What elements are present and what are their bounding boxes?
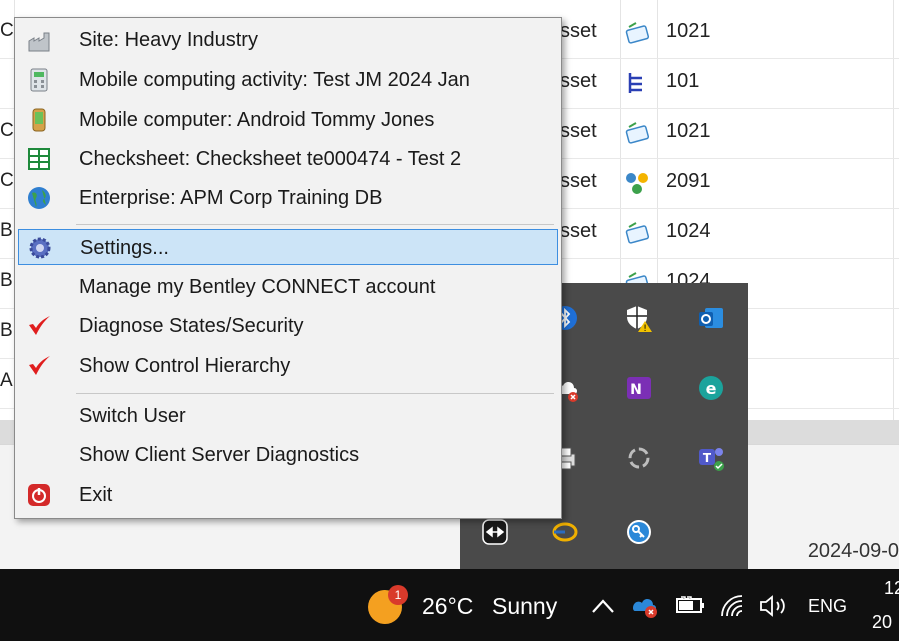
power-icon xyxy=(28,484,50,506)
cell-text: BI xyxy=(0,320,14,341)
menu-item-site[interactable]: Site: Heavy Industry xyxy=(18,22,558,58)
menu-item-label: Mobile computing activity: Test JM 2024 … xyxy=(79,69,470,91)
svg-text:!: ! xyxy=(643,324,647,333)
cell-number: 1024 xyxy=(666,220,711,242)
grid-icon xyxy=(28,148,50,170)
weather-condition[interactable]: Sunny xyxy=(492,593,557,620)
weather-temperature[interactable]: 26°C xyxy=(422,593,473,620)
menu-item-manage-bentley-connect[interactable]: Manage my Bentley CONNECT account xyxy=(18,269,558,305)
cell-text: sset xyxy=(560,220,597,242)
status-date: 2024-09-0 xyxy=(807,540,899,562)
menu-item-label: Exit xyxy=(79,484,113,506)
edge-icon[interactable]: e xyxy=(694,371,728,405)
check-mark-icon xyxy=(29,356,50,375)
windows-security-icon[interactable]: ! xyxy=(622,301,656,335)
cell-text: sset xyxy=(560,120,597,142)
document-icon xyxy=(625,122,650,144)
mobile-device-icon xyxy=(32,108,46,132)
menu-item-diagnose-states[interactable]: Diagnose States/Security xyxy=(18,308,558,344)
svg-text:N: N xyxy=(630,382,642,398)
menu-item-label: Enterprise: APM Corp Training DB xyxy=(79,187,383,209)
cell-text: CO xyxy=(0,20,14,41)
menu-item-label: Show Control Hierarchy xyxy=(79,355,291,377)
check-mark-icon xyxy=(29,316,50,335)
cell-text: CO xyxy=(0,120,14,141)
clock-date[interactable]: 20 xyxy=(872,612,892,633)
gear-icon xyxy=(29,237,51,259)
svg-text:T: T xyxy=(703,451,712,465)
cell-text: sset xyxy=(560,170,597,192)
cell-number: 1021 xyxy=(666,20,711,42)
menu-item-label: Settings... xyxy=(80,237,169,259)
menu-item-settings[interactable]: Settings... xyxy=(18,229,558,265)
teamviewer-icon[interactable] xyxy=(478,515,512,549)
menu-separator xyxy=(76,393,554,394)
factory-icon xyxy=(28,32,50,52)
menu-item-mobile-activity[interactable]: Mobile computing activity: Test JM 2024 … xyxy=(18,62,558,98)
menu-item-client-server-diagnostics[interactable]: Show Client Server Diagnostics xyxy=(18,437,558,473)
clock-time[interactable]: 12 xyxy=(884,578,899,599)
menu-item-label: Checksheet: Checksheet te000474 - Test 2 xyxy=(79,148,462,170)
recycle-icon[interactable] xyxy=(622,441,656,475)
teams-icon[interactable]: T xyxy=(694,441,728,475)
menu-item-label: Site: Heavy Industry xyxy=(79,29,258,51)
menu-item-switch-user[interactable]: Switch User xyxy=(18,398,558,434)
cell-number: 2091 xyxy=(666,170,711,192)
cell-number: 1021 xyxy=(666,120,711,142)
menu-item-label: Diagnose States/Security xyxy=(79,315,304,337)
menu-separator xyxy=(76,224,554,225)
menu-item-enterprise[interactable]: Enterprise: APM Corp Training DB xyxy=(18,180,558,216)
globe-icon xyxy=(28,187,50,209)
cell-text: BI xyxy=(0,220,14,241)
battery-plug-icon[interactable] xyxy=(675,594,707,616)
menu-item-label: Manage my Bentley CONNECT account xyxy=(79,276,436,298)
menu-item-show-control-hierarchy[interactable]: Show Control Hierarchy xyxy=(18,348,558,384)
menu-item-label: Mobile computer: Android Tommy Jones xyxy=(79,109,435,131)
volume-icon[interactable] xyxy=(758,594,792,618)
cell-text: AL xyxy=(0,370,14,391)
cell-text: sset xyxy=(560,70,597,92)
language-indicator[interactable]: ENG xyxy=(808,596,847,617)
cell-text: BI xyxy=(0,270,14,291)
menu-item-mobile-computer[interactable]: Mobile computer: Android Tommy Jones xyxy=(18,102,558,138)
wifi-icon[interactable] xyxy=(718,592,748,618)
onenote-icon[interactable]: N xyxy=(622,371,656,405)
context-menu: Site: Heavy Industry Mobile computing ac… xyxy=(14,17,562,519)
outlook-icon[interactable] xyxy=(694,301,728,335)
weather-badge: 1 xyxy=(388,585,408,605)
document-icon xyxy=(625,22,650,44)
key-icon[interactable] xyxy=(622,515,656,549)
cell-number: 101 xyxy=(666,70,700,92)
cell-text: sset xyxy=(560,20,597,42)
menu-item-label: Show Client Server Diagnostics xyxy=(79,444,360,466)
hierarchy-icon xyxy=(628,73,642,93)
network-icon xyxy=(626,173,648,194)
sync-icon[interactable] xyxy=(548,515,582,549)
menu-item-checksheet[interactable]: Checksheet: Checksheet te000474 - Test 2 xyxy=(18,141,558,177)
menu-item-label: Switch User xyxy=(79,405,186,427)
menu-item-exit[interactable]: Exit xyxy=(18,477,558,513)
svg-text:e: e xyxy=(706,379,717,398)
chevron-up-icon[interactable] xyxy=(590,596,616,616)
onedrive-error-icon[interactable] xyxy=(630,592,662,620)
document-icon xyxy=(625,222,650,244)
cell-text: CO xyxy=(0,170,14,191)
calculator-icon xyxy=(30,68,48,92)
